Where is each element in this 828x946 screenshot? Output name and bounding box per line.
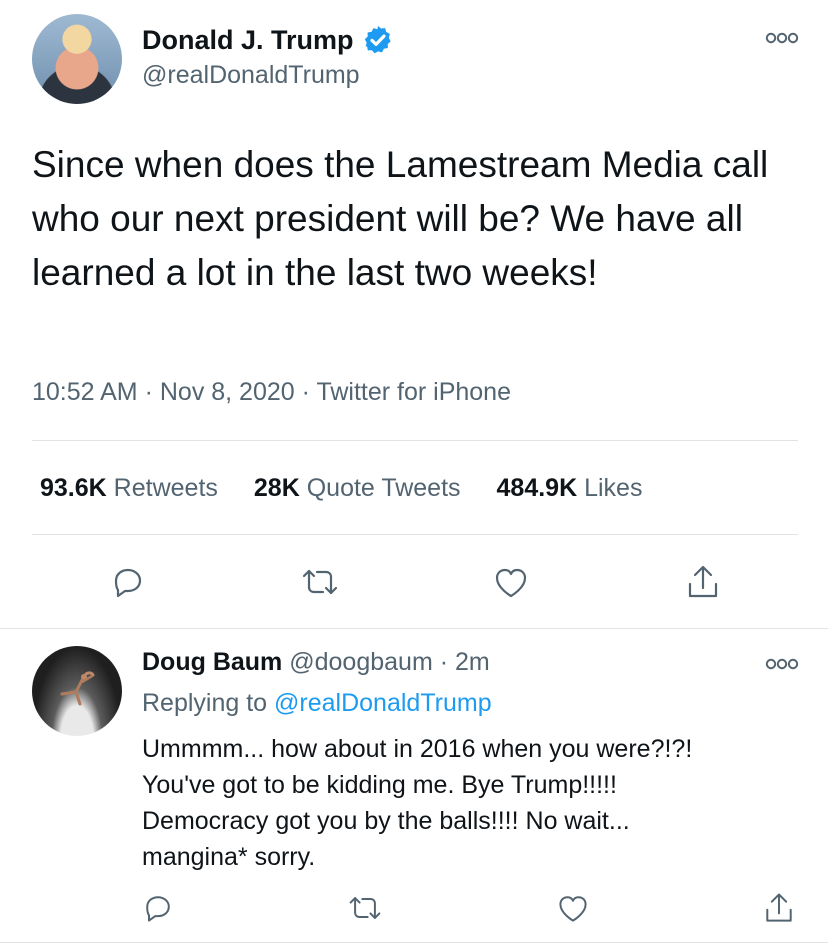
divider bbox=[0, 628, 828, 629]
tweet-time[interactable]: 10:52 AM bbox=[32, 378, 138, 406]
retweets-count: 93.6K bbox=[40, 474, 107, 502]
likes-stat[interactable]: 484.9K Likes bbox=[497, 474, 643, 503]
more-options-icon[interactable] bbox=[765, 30, 799, 46]
retweets-stat[interactable]: 93.6K Retweets bbox=[40, 474, 218, 503]
quote-tweets-label: Quote Tweets bbox=[306, 474, 461, 502]
quote-tweets-stat[interactable]: 28K Quote Tweets bbox=[254, 474, 461, 503]
replying-to-handle[interactable]: @realDonaldTrump bbox=[274, 689, 492, 717]
meta-separator: · bbox=[294, 378, 317, 406]
share-icon[interactable] bbox=[682, 562, 724, 602]
reply-author-name[interactable]: Doug Baum bbox=[142, 648, 282, 676]
reply-icon[interactable] bbox=[108, 562, 148, 602]
verified-badge-icon bbox=[364, 26, 391, 54]
reply-header: Doug Baum @doogbaum · 2m bbox=[142, 648, 490, 677]
divider bbox=[32, 440, 798, 441]
reply-text: Ummmm... how about in 2016 when you were… bbox=[142, 731, 802, 875]
reply-author-avatar[interactable] bbox=[32, 646, 122, 736]
tweet-date[interactable]: Nov 8, 2020 bbox=[160, 378, 295, 406]
author-avatar[interactable] bbox=[32, 14, 122, 104]
more-options-icon[interactable] bbox=[765, 656, 799, 672]
heart-icon[interactable] bbox=[554, 890, 592, 926]
replying-to: Replying to @realDonaldTrump bbox=[142, 689, 492, 718]
retweet-icon[interactable] bbox=[345, 890, 385, 926]
dancer-image bbox=[60, 671, 95, 706]
likes-label: Likes bbox=[584, 474, 643, 502]
quote-tweets-count: 28K bbox=[253, 474, 300, 502]
heart-icon[interactable] bbox=[490, 562, 532, 602]
tweet-stats: 93.6K Retweets 28K Quote Tweets 484.9K L… bbox=[40, 474, 678, 503]
retweet-icon[interactable] bbox=[298, 562, 342, 602]
author-name[interactable]: Donald J. Trump bbox=[142, 25, 354, 56]
retweets-label: Retweets bbox=[113, 474, 218, 502]
author-handle[interactable]: @realDonaldTrump bbox=[142, 61, 360, 90]
likes-count: 484.9K bbox=[496, 474, 578, 502]
tweet-metadata: 10:52 AM · Nov 8, 2020 · Twitter for iPh… bbox=[32, 378, 511, 407]
reply-text-line: mangina* sorry. bbox=[142, 843, 316, 871]
meta-separator: · bbox=[137, 378, 160, 406]
reply-time[interactable]: 2m bbox=[455, 648, 490, 676]
reply-separator: · bbox=[432, 648, 455, 676]
reply-text-line: Ummmm... how about in 2016 when you were… bbox=[142, 735, 693, 763]
reply-icon[interactable] bbox=[140, 890, 176, 926]
share-icon[interactable] bbox=[760, 890, 798, 926]
reply-author-handle[interactable]: @doogbaum bbox=[289, 648, 433, 676]
tweet-text: Since when does the Lamestream Media cal… bbox=[32, 144, 769, 293]
divider bbox=[32, 534, 798, 535]
reply-text-line: Democracy got you by the balls!!!! No wa… bbox=[142, 807, 630, 835]
replying-to-label: Replying to bbox=[142, 689, 268, 717]
author-name-row[interactable]: Donald J. Trump bbox=[142, 24, 394, 56]
tweet-source[interactable]: Twitter for iPhone bbox=[316, 378, 511, 406]
divider bbox=[0, 942, 828, 943]
reply-text-line: You've got to be kidding me. Bye Trump!!… bbox=[142, 771, 617, 799]
